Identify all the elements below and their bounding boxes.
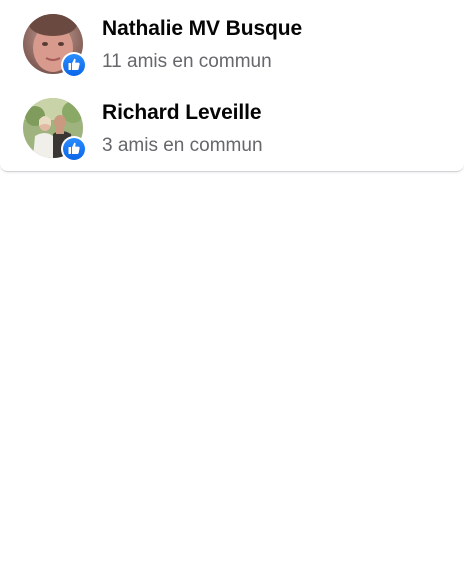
thumbs-up-icon — [68, 142, 80, 154]
suggestions-panel: Nathalie MV Busque 11 amis en commun Ric… — [0, 0, 464, 172]
suggestion-name[interactable]: Richard Leveille — [102, 101, 262, 125]
mutual-friends-count: 11 amis en commun — [102, 51, 272, 72]
avatar-wrap — [23, 14, 87, 78]
suggestion-item-richard[interactable]: Richard Leveille 3 amis en commun — [0, 90, 464, 170]
mutual-friends-count: 3 amis en commun — [102, 135, 263, 156]
like-badge-icon — [61, 136, 87, 162]
like-badge-icon — [61, 52, 87, 78]
avatar-wrap — [23, 98, 87, 162]
suggestion-name[interactable]: Nathalie MV Busque — [102, 17, 302, 41]
suggestion-item-nathalie[interactable]: Nathalie MV Busque 11 amis en commun — [0, 6, 464, 86]
thumbs-up-icon — [68, 58, 80, 70]
